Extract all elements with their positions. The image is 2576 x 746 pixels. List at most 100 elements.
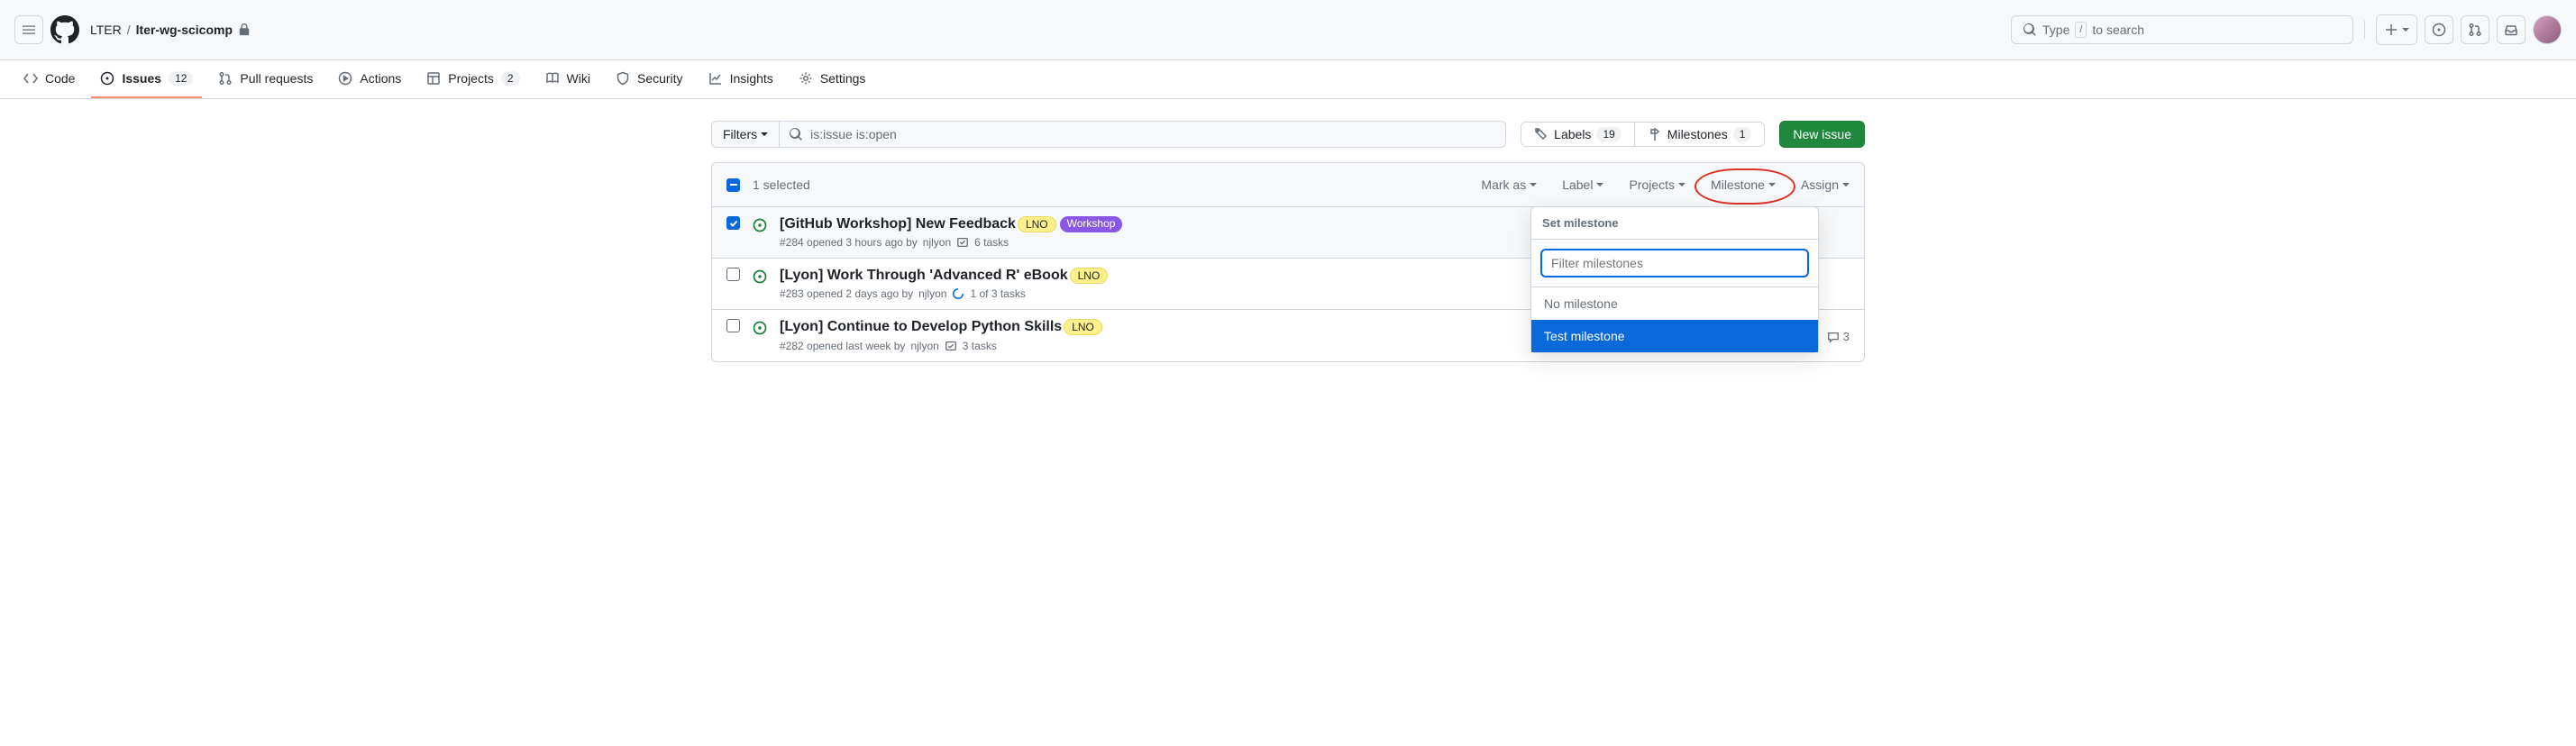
tasks-text: 1 of 3 tasks (970, 287, 1025, 300)
projects-dd-label: Projects (1629, 177, 1675, 192)
label-pill[interactable]: LNO (1070, 268, 1109, 284)
slash-key: / (2075, 22, 2087, 38)
breadcrumb-repo[interactable]: lter-wg-scicomp (136, 23, 233, 37)
tab-pulls-label: Pull requests (240, 71, 313, 86)
hamburger-icon (22, 23, 36, 37)
search-icon (2023, 23, 2037, 37)
filter-query-wrap[interactable] (780, 121, 1506, 148)
new-issue-button[interactable]: New issue (1779, 121, 1865, 148)
label-pill[interactable]: Workshop (1060, 216, 1123, 232)
comment-icon (1827, 331, 1840, 343)
tab-issues-label: Issues (122, 71, 161, 86)
repo-nav: Code Issues 12 Pull requests Actions Pro… (0, 60, 2576, 99)
issue-meta-text: #282 opened last week by (780, 340, 905, 352)
issue-author-link[interactable]: njlyon (923, 236, 951, 249)
filter-query-input[interactable] (810, 122, 1496, 147)
divider (2364, 21, 2365, 39)
tab-pulls[interactable]: Pull requests (209, 60, 322, 98)
pull-icon (2468, 23, 2482, 37)
pull-icon-2 (218, 71, 233, 86)
label-dd-label: Label (1562, 177, 1593, 192)
github-logo[interactable] (50, 15, 79, 44)
tab-issues[interactable]: Issues 12 (91, 60, 202, 98)
hamburger-menu[interactable] (14, 15, 43, 44)
filters-button[interactable]: Filters (711, 121, 780, 148)
issue-title-link[interactable]: [Lyon] Continue to Develop Python Skills (780, 320, 1062, 335)
label-pill[interactable]: LNO (1018, 216, 1056, 232)
issues-shortcut[interactable] (2425, 15, 2453, 44)
tab-actions[interactable]: Actions (329, 60, 410, 98)
github-icon (50, 15, 79, 44)
issue-title-link[interactable]: [Lyon] Work Through 'Advanced R' eBook (780, 268, 1068, 283)
labels-button[interactable]: Labels 19 (1521, 123, 1634, 146)
milestone-popup: Set milestone No milestone Test mileston… (1530, 206, 1819, 353)
tab-security[interactable]: Security (607, 60, 692, 98)
project-icon (426, 71, 441, 86)
tab-code[interactable]: Code (14, 60, 84, 98)
issue-labels: LNO (1070, 268, 1109, 284)
issue-labels: LNO (1064, 319, 1102, 335)
projects-dropdown[interactable]: Projects (1629, 177, 1685, 192)
label-pill[interactable]: LNO (1064, 319, 1102, 335)
tasks-text: 3 tasks (963, 340, 997, 352)
mark-as-dropdown[interactable]: Mark as (1481, 177, 1537, 192)
tab-insights[interactable]: Insights (699, 60, 782, 98)
caret-down-icon (1530, 181, 1537, 188)
caret-down-icon (1842, 181, 1850, 188)
pulls-shortcut[interactable] (2461, 15, 2489, 44)
popup-item-none[interactable]: No milestone (1531, 287, 1818, 320)
shield-icon (616, 71, 630, 86)
select-all-checkbox[interactable] (726, 178, 740, 192)
open-issue-icon (753, 321, 767, 351)
tab-projects-label: Projects (448, 71, 494, 86)
issue-author-link[interactable]: njlyon (918, 287, 946, 300)
issue-author-link[interactable]: njlyon (910, 340, 938, 352)
issue-checkbox[interactable] (726, 319, 740, 332)
tab-actions-label: Actions (360, 71, 401, 86)
tab-wiki-label: Wiki (567, 71, 590, 86)
open-issue-icon (753, 269, 767, 300)
minus-icon (729, 180, 738, 189)
comment-number: 3 (1843, 330, 1850, 343)
create-menu[interactable] (2376, 14, 2417, 45)
issue-checkbox[interactable] (726, 216, 740, 230)
issue-meta-text: #283 opened 2 days ago by (780, 287, 913, 300)
caret-down-icon (1596, 181, 1603, 188)
mark-as-label: Mark as (1481, 177, 1526, 192)
search-input[interactable]: Type / to search (2011, 15, 2353, 44)
tab-settings[interactable]: Settings (790, 60, 875, 98)
popup-title: Set milestone (1531, 207, 1818, 240)
selection-count: 1 selected (753, 177, 810, 192)
popup-filter-input[interactable] (1540, 249, 1809, 277)
assign-dd-label: Assign (1801, 177, 1839, 192)
breadcrumb-owner[interactable]: LTER (90, 23, 122, 37)
issue-title-link[interactable]: [GitHub Workshop] New Feedback (780, 216, 1016, 232)
milestone-icon (1648, 127, 1662, 141)
projects-count: 2 (501, 71, 520, 86)
user-avatar[interactable] (2533, 15, 2562, 44)
milestones-button[interactable]: Milestones 1 (1634, 123, 1765, 146)
tab-wiki[interactable]: Wiki (536, 60, 599, 98)
tab-projects[interactable]: Projects 2 (417, 60, 528, 98)
label-dropdown[interactable]: Label (1562, 177, 1603, 192)
assign-dropdown[interactable]: Assign (1801, 177, 1850, 192)
issue-checkbox[interactable] (726, 268, 740, 281)
popup-item-test[interactable]: Test milestone (1531, 320, 1818, 352)
tag-icon (1534, 127, 1548, 141)
tab-settings-label: Settings (820, 71, 866, 86)
comment-count[interactable]: 3 (1827, 330, 1850, 343)
graph-icon (708, 71, 723, 86)
inbox-button[interactable] (2497, 15, 2526, 44)
issue-dot-icon (2432, 23, 2446, 37)
progress-icon (952, 287, 964, 300)
tab-insights-label: Insights (730, 71, 773, 86)
caret-down-icon (761, 131, 768, 138)
checklist-icon (945, 340, 957, 352)
issue-icon (100, 71, 114, 86)
filters-label: Filters (723, 127, 757, 141)
check-icon (729, 219, 738, 228)
milestones-label: Milestones (1667, 127, 1728, 141)
milestone-dropdown[interactable]: Milestone Set milestone No milestone Tes… (1711, 177, 1776, 192)
labels-count: 19 (1596, 127, 1621, 141)
search-placeholder-post: to search (2092, 23, 2144, 37)
